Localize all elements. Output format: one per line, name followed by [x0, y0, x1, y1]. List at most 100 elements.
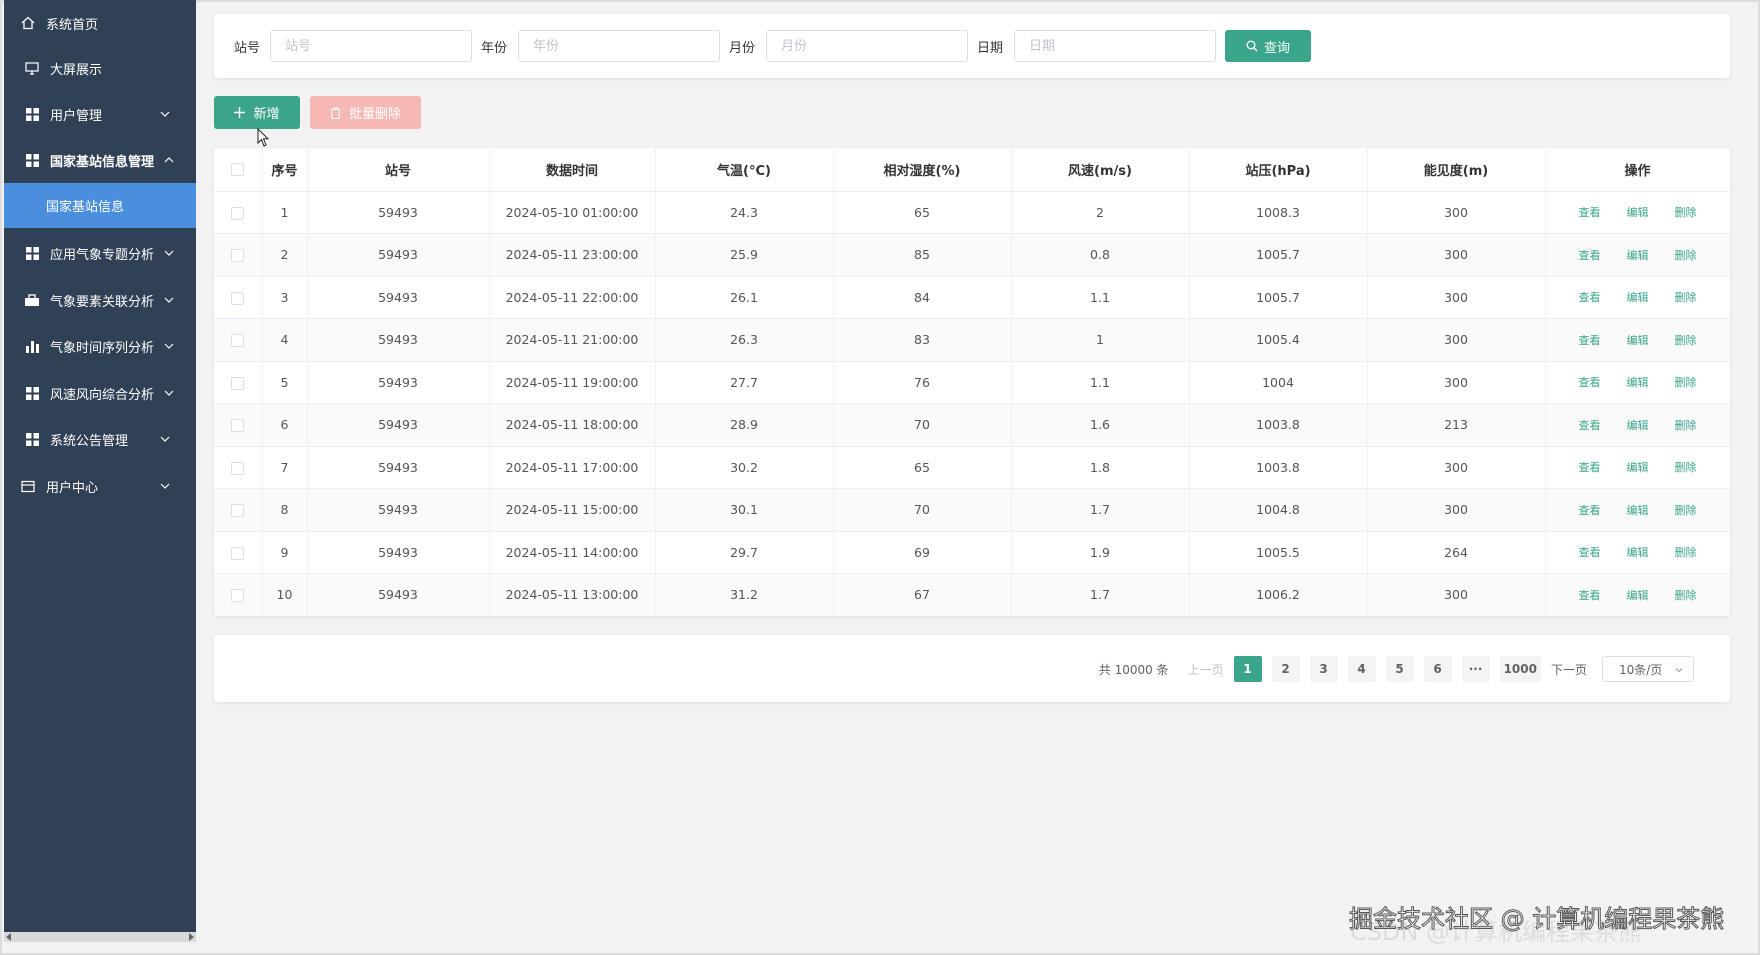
station-input[interactable] [270, 30, 472, 62]
page-button-3[interactable]: 3 [1309, 656, 1338, 682]
grid-icon [24, 152, 40, 168]
chevron-down-icon [160, 111, 170, 117]
table-row: 9 59493 2024-05-11 14:00:00 29.7 69 1.9 1005.5… [214, 531, 1730, 574]
row-select-cell [214, 191, 263, 234]
row-checkbox[interactable] [231, 376, 245, 390]
data-table-panel: 序号 站号 数据时间 气温(°C) 相对湿度(%) 风速(m/s) 站压(hPa… [214, 148, 1730, 616]
edit-button[interactable]: 编辑 [1627, 419, 1649, 432]
add-button[interactable]: 新增 [214, 96, 300, 129]
edit-button[interactable]: 编辑 [1627, 546, 1649, 559]
row-checkbox[interactable] [231, 206, 245, 220]
view-button[interactable]: 查看 [1579, 334, 1601, 347]
delete-button[interactable]: 删除 [1675, 419, 1697, 432]
page-button-5[interactable]: 5 [1385, 656, 1414, 682]
batch-delete-button[interactable]: 批量删除 [310, 96, 421, 129]
row-checkbox[interactable] [231, 334, 245, 348]
page-size-value: 10条/页 [1619, 662, 1663, 677]
edit-button[interactable]: 编辑 [1627, 376, 1649, 389]
page-button-4[interactable]: 4 [1347, 656, 1376, 682]
year-input[interactable] [518, 30, 720, 62]
edit-button[interactable]: 编辑 [1627, 461, 1649, 474]
sidebar-item-user-management[interactable]: 用户管理 [4, 91, 196, 137]
delete-button[interactable]: 删除 [1675, 249, 1697, 262]
cell-data-time: 2024-05-11 15:00:00 [489, 488, 656, 532]
delete-button[interactable]: 删除 [1675, 376, 1697, 389]
cell-index: 3 [262, 276, 308, 319]
view-button[interactable]: 查看 [1579, 546, 1601, 559]
view-button[interactable]: 查看 [1579, 419, 1601, 432]
prev-page-button[interactable]: 上一页 [1188, 661, 1224, 678]
delete-button[interactable]: 删除 [1675, 461, 1697, 474]
submenu-station-info[interactable]: 国家基站信息 [4, 183, 196, 228]
sidebar-item-wind-analysis[interactable]: 风速风向综合分析 [4, 370, 196, 416]
row-checkbox[interactable] [231, 461, 245, 475]
sidebar-item-label: 用户管理 [50, 108, 103, 124]
view-button[interactable]: 查看 [1579, 461, 1601, 474]
cell-index: 5 [262, 361, 308, 404]
query-button[interactable]: 查询 [1225, 30, 1311, 62]
page-size-select[interactable]: 10条/页 [1602, 656, 1694, 682]
date-input[interactable] [1014, 30, 1216, 62]
sidebar-item-big-screen[interactable]: 大屏展示 [4, 45, 196, 91]
view-button[interactable]: 查看 [1579, 206, 1601, 219]
edit-button[interactable]: 编辑 [1627, 249, 1649, 262]
more-pages-button[interactable]: ··· [1461, 656, 1490, 682]
column-header-station: 站号 [307, 148, 490, 192]
edit-button[interactable]: 编辑 [1627, 291, 1649, 304]
chevron-down-icon [160, 483, 170, 489]
month-input[interactable] [766, 30, 968, 62]
delete-button[interactable]: 删除 [1675, 504, 1697, 517]
watermark: 掘金技术社区 @ 计算机编程果茶熊 [1348, 905, 1725, 934]
delete-button[interactable]: 删除 [1675, 334, 1697, 347]
cell-wind-speed: 1.7 [1011, 488, 1190, 532]
cell-temperature: 31.2 [655, 573, 834, 616]
delete-button[interactable]: 删除 [1675, 589, 1697, 602]
delete-button[interactable]: 删除 [1675, 206, 1697, 219]
sidebar-item-station-info-management[interactable]: 国家基站信息管理 [4, 137, 196, 183]
sidebar-item-home[interactable]: 系统首页 [4, 0, 196, 46]
edit-button[interactable]: 编辑 [1627, 334, 1649, 347]
view-button[interactable]: 查看 [1579, 504, 1601, 517]
sidebar-item-user-center[interactable]: 用户中心 [4, 463, 196, 509]
view-button[interactable]: 查看 [1579, 376, 1601, 389]
select-all-checkbox[interactable] [231, 162, 245, 176]
cell-temperature: 27.7 [655, 361, 834, 404]
table-row: 7 59493 2024-05-11 17:00:00 30.2 65 1.8 1003.8… [214, 446, 1730, 489]
cell-wind-speed: 1.1 [1011, 361, 1190, 404]
column-header-visibility: 能见度(m) [1367, 148, 1546, 192]
column-header-wind-speed: 风速(m/s) [1011, 148, 1190, 192]
page-button-6[interactable]: 6 [1423, 656, 1452, 682]
view-button[interactable]: 查看 [1579, 249, 1601, 262]
row-checkbox[interactable] [231, 419, 245, 433]
scroll-left-arrow-icon[interactable] [6, 933, 11, 941]
page-button-last[interactable]: 1000 [1499, 656, 1541, 682]
row-select-cell [214, 403, 263, 447]
monitor-icon [24, 60, 40, 76]
row-checkbox[interactable] [231, 504, 245, 518]
delete-button[interactable]: 删除 [1675, 291, 1697, 304]
edit-button[interactable]: 编辑 [1627, 206, 1649, 219]
row-actions-cell: 查看 编辑 删除 [1545, 531, 1730, 574]
sidebar-item-meteorology-topic[interactable]: 应用气象专题分析 [4, 230, 196, 276]
chevron-down-icon [164, 297, 174, 303]
view-button[interactable]: 查看 [1579, 291, 1601, 304]
cell-visibility: 300 [1367, 446, 1546, 489]
sidebar-item-time-series[interactable]: 气象时间序列分析 [4, 323, 196, 369]
page-button-1[interactable]: 1 [1233, 656, 1262, 682]
delete-button[interactable]: 删除 [1675, 546, 1697, 559]
sidebar-item-element-correlation[interactable]: 气象要素关联分析 [4, 277, 196, 323]
view-button[interactable]: 查看 [1579, 589, 1601, 602]
edit-button[interactable]: 编辑 [1627, 589, 1649, 602]
edit-button[interactable]: 编辑 [1627, 504, 1649, 517]
scroll-right-arrow-icon[interactable] [189, 933, 194, 941]
row-checkbox[interactable] [231, 546, 245, 560]
chevron-down-icon [164, 390, 174, 396]
row-checkbox[interactable] [231, 291, 245, 305]
row-checkbox[interactable] [231, 249, 245, 263]
row-checkbox[interactable] [231, 589, 245, 603]
row-actions-cell: 查看 编辑 删除 [1545, 573, 1730, 616]
next-page-button[interactable]: 下一页 [1551, 661, 1587, 678]
sidebar-horizontal-scrollbar[interactable] [4, 932, 196, 942]
page-button-2[interactable]: 2 [1271, 656, 1300, 682]
sidebar-item-announcement[interactable]: 系统公告管理 [4, 416, 196, 462]
